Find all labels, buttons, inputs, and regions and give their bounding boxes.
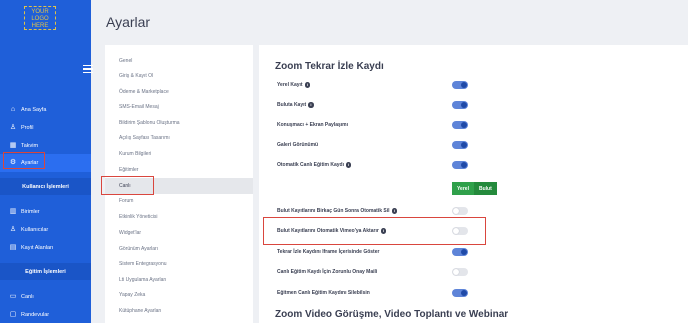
toggle-speaker-screen[interactable] [452, 121, 468, 129]
section-header-user-ops: Kullanıcı İşlemleri [0, 178, 91, 195]
menu-item-widgets[interactable]: Widget'lar [105, 225, 253, 241]
toggle-cloud-recording[interactable] [452, 101, 468, 109]
section-title-zoom-video: Zoom Video Görüşme, Video Toplantı ve We… [275, 309, 509, 320]
setting-auto-delete-cloud: Bulut Kayıtlarını Birkaç Gün Sonra Otoma… [277, 205, 467, 217]
setting-instructor-delete: Eğitmen Canlı Eğitim Kaydını Silebilsin [277, 287, 467, 299]
calendar-icon: ▦ [9, 142, 17, 149]
menu-item-forum[interactable]: Forum [105, 194, 253, 210]
users-icon: ♙ [9, 226, 17, 233]
menu-item-notification-template[interactable]: Bildirim Şablonu Oluşturma [105, 115, 253, 131]
info-icon[interactable]: i [304, 82, 311, 88]
setting-approval-mail: Canlı Eğitim Kaydı İçin Zorunlu Onay Mai… [277, 266, 467, 278]
setting-label: Galeri Görünümü [277, 142, 319, 148]
sidebar-item-live[interactable]: ▭ Canlı [0, 288, 91, 306]
highlight-box [3, 152, 45, 169]
setting-label: Eğitmen Canlı Eğitim Kaydını Silebilsin [277, 290, 370, 296]
menu-item-payment[interactable]: Ödeme & Marketplace [105, 84, 253, 100]
logo: YOUR LOGO HERE [24, 6, 56, 30]
setting-label: Bulut Kayıtlarını Birkaç Gün Sonra Otoma… [277, 208, 390, 214]
section-title-zoom-replay: Zoom Tekrar İzle Kaydı [275, 61, 384, 72]
highlight-box [101, 176, 154, 195]
sidebar-item-label: Kayıt Alanları [21, 245, 54, 251]
form-icon: ▤ [9, 244, 17, 251]
sidebar-item-registration-fields[interactable]: ▤ Kayıt Alanları [0, 239, 91, 257]
sidebar-item-label: Profil [21, 125, 34, 131]
recording-location-selector: Yerel Bulut [452, 182, 497, 195]
appointment-icon: ▢ [9, 311, 17, 318]
sidebar-item-label: Birimler [21, 209, 40, 215]
sidebar-item-appointments[interactable]: ▢ Randevular [0, 306, 91, 323]
setting-auto-live-recording: Otomatik Canlı Eğitim Kaydı i [277, 159, 467, 171]
video-icon: ▭ [9, 293, 17, 300]
sidebar-item-units[interactable]: ▥ Birimler [0, 203, 91, 221]
menu-item-lti[interactable]: Lti Uygulama Ayarları [105, 272, 253, 288]
menu-item-ai[interactable]: Yapay Zeka [105, 288, 253, 304]
toggle-auto-delete-cloud[interactable] [452, 207, 468, 215]
setting-label: Otomatik Canlı Eğitim Kaydı [277, 162, 344, 168]
building-icon: ▥ [9, 208, 17, 215]
content-panel: Zoom Tekrar İzle Kaydı Yerel Kayıt i Bulu… [259, 45, 688, 323]
highlight-box [263, 217, 486, 245]
info-icon[interactable]: i [391, 208, 398, 214]
toggle-auto-live-recording[interactable] [452, 161, 468, 169]
info-icon[interactable]: i [345, 162, 352, 168]
menu-item-event-manager[interactable]: Etkinlik Yöneticisi [105, 209, 253, 225]
menu-collapse-icon[interactable] [83, 63, 93, 74]
setting-label: Canlı Eğitim Kaydı İçin Zorunlu Onay Mai… [277, 269, 378, 275]
menu-item-institution[interactable]: Kurum Bilgileri [105, 146, 253, 162]
setting-label: Buluta Kayıt [277, 102, 307, 108]
sidebar-item-users[interactable]: ♙ Kullanıcılar [0, 221, 91, 239]
sidebar-item-label: Kullanıcılar [21, 227, 49, 233]
page-title: Ayarlar [106, 14, 151, 30]
sidebar-item-label: Canlı [21, 294, 34, 300]
setting-gallery-view: Galeri Görünümü [277, 139, 467, 151]
toggle-approval-mail[interactable] [452, 268, 468, 276]
user-icon: ♙ [9, 124, 17, 131]
sidebar-item-home[interactable]: ⌂ Ana Sayfa [0, 101, 91, 119]
sidebar-item-profile[interactable]: ♙ Profil [0, 119, 91, 137]
info-icon[interactable]: i [308, 102, 314, 108]
sidebar-item-label: Ana Sayfa [21, 107, 47, 113]
menu-item-sms-email[interactable]: SMS-Email Mesaj [105, 100, 253, 116]
setting-label: Tekrar İzle Kaydını Iframe İçerisinde Gö… [277, 249, 380, 255]
home-icon: ⌂ [10, 106, 16, 113]
menu-item-library[interactable]: Kütüphane Ayarları [105, 303, 253, 319]
toggle-iframe-replay[interactable] [452, 248, 468, 256]
segment-cloud[interactable]: Bulut [473, 182, 497, 195]
setting-speaker-screen: Konuşmacı + Ekran Paylaşımı [277, 119, 467, 131]
setting-iframe-replay: Tekrar İzle Kaydını Iframe İçerisinde Gö… [277, 246, 467, 258]
menu-item-system-integration[interactable]: Sistem Entegrasyonu [105, 257, 253, 273]
setting-cloud-recording: Buluta Kayıt i [277, 99, 467, 111]
menu-item-landing-page[interactable]: Açılış Sayfası Tasarımı [105, 131, 253, 147]
menu-item-appearance[interactable]: Görünüm Ayarları [105, 241, 253, 257]
sidebar-item-label: Takvim [21, 143, 39, 149]
setting-local-recording: Yerel Kayıt i [277, 79, 467, 91]
sidebar-item-label: Randevular [21, 312, 50, 318]
menu-item-general[interactable]: Genel [105, 53, 253, 69]
toggle-local-recording[interactable] [452, 81, 468, 89]
menu-item-login[interactable]: Giriş & Kayıt Ol [105, 69, 253, 85]
section-header-education-ops: Eğitim İşlemleri [0, 263, 91, 280]
toggle-instructor-delete[interactable] [452, 289, 468, 297]
segment-local[interactable]: Yerel [452, 182, 474, 195]
setting-label: Yerel Kayıt [277, 82, 303, 88]
setting-label: Konuşmacı + Ekran Paylaşımı [277, 122, 349, 128]
toggle-gallery-view[interactable] [452, 141, 468, 149]
